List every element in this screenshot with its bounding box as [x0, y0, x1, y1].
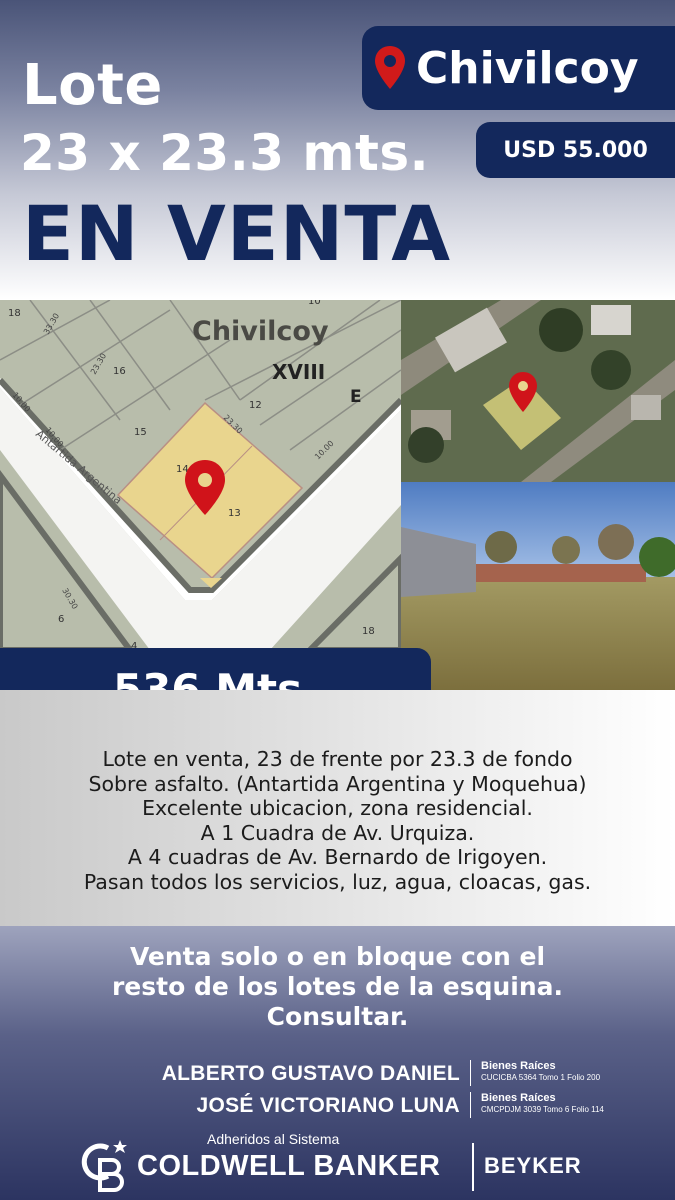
agent-license-type: Bienes Raíces [481, 1092, 556, 1104]
map-city-label: Chivilcoy [192, 316, 329, 347]
lot-number: 10 [308, 300, 321, 307]
map-block-label: XVIII [272, 360, 325, 384]
agent-license-number: CMCPDJM 3039 Tomo 6 Folio 114 [481, 1105, 604, 1114]
title-en-venta: EN VENTA [22, 189, 452, 278]
lot-photo [401, 482, 675, 690]
lot-number: 6 [58, 614, 64, 625]
lot-number: 16 [113, 366, 126, 377]
lot-number: 15 [134, 427, 147, 438]
agent-row: ALBERTO GUSTAVO DANIEL Bienes Raíces CUC… [0, 1060, 675, 1090]
cta-line: resto de los lotes de la esquina. [111, 972, 564, 1001]
description-line: Pasan todos los servicios, luz, agua, cl… [83, 869, 592, 894]
title-dimensions: 23 x 23.3 mts. [20, 124, 430, 182]
agent-license-type: Bienes Raíces [481, 1060, 556, 1072]
location-badge: Chivilcoy [362, 26, 675, 110]
call-to-action: Venta solo o en bloque con el resto de l… [0, 942, 675, 1032]
cta-line: Consultar. [266, 1002, 409, 1031]
brand-name: COLDWELL BANKER [137, 1150, 441, 1182]
title-lote: Lote [22, 53, 163, 118]
adheridos-label: Adheridos al Sistema [207, 1131, 340, 1147]
agent-name: ALBERTO GUSTAVO DANIEL [161, 1062, 460, 1085]
office-name: BEYKER [484, 1153, 582, 1178]
lot-number: 13 [228, 508, 241, 519]
agent-license-number: CUCICBA 5364 Tomo 1 Folio 200 [481, 1073, 601, 1082]
location-pin-icon [375, 46, 405, 89]
lot-number: 12 [249, 400, 262, 411]
location-name: Chivilcoy [416, 42, 639, 94]
cadastral-map: Chivilcoy XVIII E Antartida Argentina 18… [0, 300, 401, 650]
agent-divider [470, 1060, 471, 1086]
description-line: A 1 Cuadra de Av. Urquiza. [200, 820, 475, 845]
agent-name: JOSÉ VICTORIANO LUNA [196, 1094, 460, 1117]
cta-line: Venta solo o en bloque con el [129, 942, 546, 971]
price-badge: USD 55.000 [476, 122, 675, 178]
lot-number: 18 [8, 308, 21, 319]
agent-license: Bienes Raíces CUCICBA 5364 Tomo 1 Folio … [481, 1060, 600, 1083]
brand-divider [472, 1143, 474, 1191]
coldwell-banker-logo-icon [81, 1140, 127, 1192]
lot-number: 18 [362, 626, 375, 637]
satellite-view [401, 300, 675, 482]
description-line: Sobre asfalto. (Antartida Argentina y Mo… [88, 771, 587, 796]
agent-divider [470, 1092, 471, 1118]
map-block-letter: E [350, 387, 362, 407]
agent-license: Bienes Raíces CMCPDJM 3039 Tomo 6 Folio … [481, 1092, 604, 1115]
description: Lote en venta, 23 de frente por 23.3 de … [0, 747, 675, 894]
description-line: Excelente ubicacion, zona residencial. [142, 796, 533, 820]
description-line: Lote en venta, 23 de frente por 23.3 de … [102, 747, 573, 771]
description-line: A 4 cuadras de Av. Bernardo de Irigoyen. [127, 845, 548, 869]
agent-row: JOSÉ VICTORIANO LUNA Bienes Raíces CMCPD… [0, 1092, 675, 1122]
